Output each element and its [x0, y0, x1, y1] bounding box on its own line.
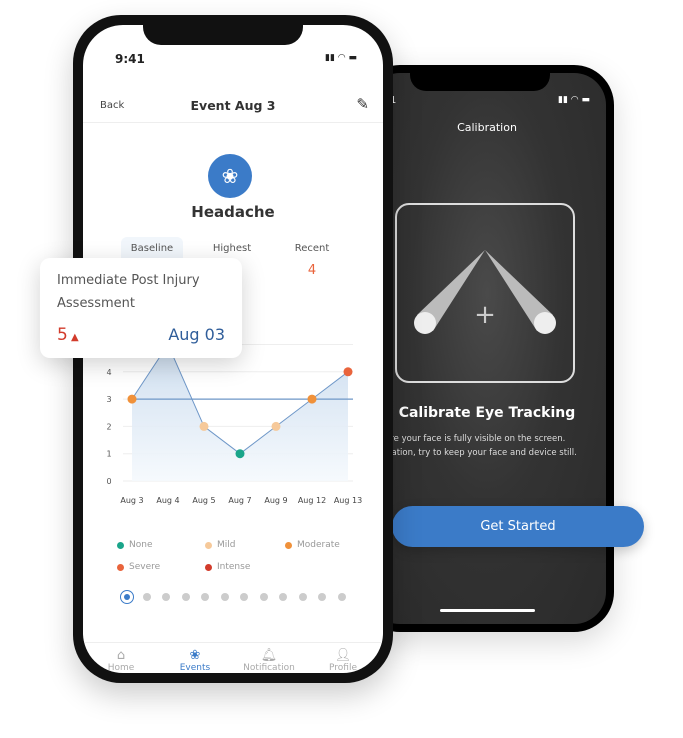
- nav-label: Events: [179, 663, 211, 673]
- status-time: 9:41: [115, 52, 145, 66]
- legend-label: None: [129, 540, 153, 550]
- stat-label: Baseline: [130, 243, 174, 254]
- data-point: [127, 394, 137, 404]
- get-started-button[interactable]: Get Started: [392, 506, 644, 547]
- page-dot[interactable]: [337, 593, 346, 601]
- face-frame: +: [395, 203, 575, 383]
- page-dot-active[interactable]: [120, 590, 134, 604]
- page-dot[interactable]: [318, 593, 326, 601]
- notch: [143, 15, 303, 45]
- x-tick-label: Aug 5: [192, 496, 215, 505]
- brain-icon: ❀: [208, 154, 252, 198]
- tooltip-date: Aug 03: [168, 325, 225, 344]
- legend-label: Severe: [129, 562, 161, 572]
- data-point: [343, 367, 353, 377]
- home-icon: ⌂: [116, 648, 126, 663]
- status-icons: ▮▮ ◠ ▬: [325, 53, 357, 63]
- data-point: [271, 421, 281, 431]
- legend-item: Severe: [117, 562, 205, 572]
- calibration-heading: Calibrate Eye Tracking: [398, 405, 576, 421]
- bell-icon: 🔔︎: [260, 648, 278, 663]
- data-point: [307, 394, 317, 404]
- y-tick-label: 3: [106, 395, 111, 404]
- symptom-name: Headache: [191, 203, 275, 221]
- tooltip-value: 5 ▲: [57, 325, 79, 345]
- chart-legend: None Mild Moderate Severe Intense: [117, 540, 365, 572]
- page-title: Event Aug 3: [190, 98, 276, 113]
- nav-home[interactable]: ⌂ Home: [91, 648, 151, 673]
- profile-icon: 👤︎: [334, 648, 352, 663]
- calibration-title: Calibration: [457, 121, 517, 134]
- page-dot[interactable]: [240, 593, 248, 601]
- svg-text:+: +: [474, 300, 496, 330]
- stat-label: Highest: [212, 243, 252, 254]
- up-arrow-icon: ▲: [67, 332, 79, 343]
- data-point: [199, 421, 209, 431]
- page-dot[interactable]: [162, 593, 170, 601]
- legend-item: None: [117, 540, 205, 550]
- page-dot[interactable]: [259, 593, 268, 601]
- nav-label: Home: [107, 663, 135, 673]
- y-tick-label: 4: [106, 368, 111, 377]
- tooltip-title-line2: Assessment: [57, 296, 135, 311]
- nav-notification[interactable]: 🔔︎ Notification: [239, 648, 299, 673]
- nav-label: Profile: [329, 663, 357, 673]
- calibration-instruction-1: ke sure your face is fully visible on th…: [368, 434, 566, 444]
- legend-label: Mild: [217, 540, 236, 550]
- x-tick-label: Aug 9: [264, 496, 287, 505]
- status-icons: ▮▮ ◠ ▬: [558, 95, 590, 105]
- x-tick-label: Aug 3: [120, 496, 143, 505]
- page-dot[interactable]: [201, 593, 209, 601]
- legend-item: Mild: [205, 540, 285, 550]
- home-indicator: [440, 609, 535, 612]
- page-dot[interactable]: [142, 593, 151, 601]
- calibration-instruction-2: calibration, try to keep your face and d…: [368, 448, 577, 458]
- legend-swatch: [205, 541, 212, 549]
- page-dot[interactable]: [298, 593, 307, 601]
- nav-profile[interactable]: 👤︎ Profile: [313, 648, 373, 673]
- y-tick-label: 1: [106, 450, 111, 459]
- page-dot[interactable]: [220, 593, 229, 601]
- area-fill: [132, 344, 348, 481]
- y-tick-label: 2: [106, 422, 111, 431]
- nav-events[interactable]: ❀ Events: [165, 648, 225, 673]
- legend-item: Intense: [205, 562, 285, 572]
- legend-item: Moderate: [285, 540, 365, 550]
- x-tick-label: Aug 13: [334, 496, 362, 505]
- nav-label: Notification: [243, 663, 295, 673]
- stat-label: Recent: [294, 243, 330, 254]
- legend-swatch: [205, 563, 212, 571]
- page-dot[interactable]: [279, 593, 287, 601]
- notch: [410, 65, 550, 91]
- divider: [83, 642, 383, 643]
- page-dot[interactable]: [181, 593, 190, 601]
- x-tick-label: Aug 4: [156, 496, 179, 505]
- tooltip-card: Immediate Post Injury Assessment 5 ▲ Aug…: [40, 258, 242, 358]
- gaze-cone-graphic: +: [414, 250, 556, 334]
- legend-swatch: [285, 541, 292, 549]
- legend-label: Intense: [217, 562, 251, 572]
- x-tick-label: Aug 7: [228, 496, 251, 505]
- legend-label: Moderate: [297, 540, 340, 550]
- x-tick-label: Aug 12: [298, 496, 326, 505]
- divider: [83, 122, 383, 123]
- y-tick-label: 0: [106, 477, 111, 486]
- edit-icon[interactable]: ✎: [356, 95, 369, 113]
- legend-swatch: [117, 541, 124, 549]
- brain-icon: ❀: [189, 648, 201, 663]
- data-point: [235, 449, 245, 459]
- stat-value: 4: [307, 263, 317, 278]
- tooltip-value-text: 5: [57, 325, 68, 345]
- tooltip-title-line1: Immediate Post Injury: [57, 273, 200, 288]
- legend-swatch: [117, 563, 124, 571]
